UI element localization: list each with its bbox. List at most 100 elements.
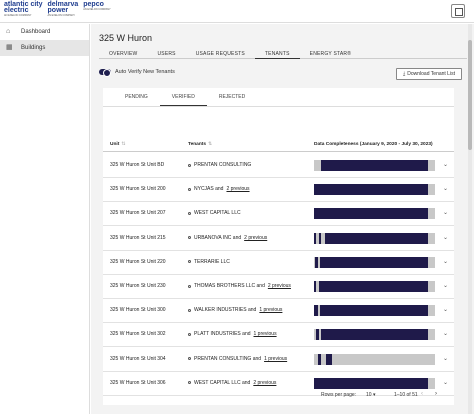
table-header: Unit ⇅ Tenants ⇅ Data Completeness (Januar… [103, 118, 454, 152]
tenant-cell: PRENTAN CONSULTING [188, 162, 251, 168]
missing-data-segment [314, 160, 322, 171]
logo-pepco[interactable]: pepco AN EXELON COMPANY [83, 1, 110, 11]
subtab-divider [103, 106, 454, 107]
subtab-pending[interactable]: PENDING [113, 94, 160, 106]
tab-energy-star[interactable]: ENERGY STAR® [300, 48, 361, 59]
next-page-icon[interactable]: › [435, 391, 437, 397]
data-completeness-bar [314, 329, 435, 341]
tab-overview[interactable]: OVERVIEW [99, 48, 147, 59]
tenant-cell: URBANOVA INC and 2 previous [188, 235, 267, 241]
unit-cell: 325 W Huron St Unit 302 [110, 331, 166, 338]
missing-data-segment [427, 281, 435, 292]
missing-data-segment [314, 353, 318, 365]
auto-verify-row: Auto Verify New Tenants [99, 69, 175, 77]
tenant-status-icon [188, 211, 191, 215]
unit-cell: 325 W Huron St Unit 220 [110, 258, 166, 265]
previous-tenants-link[interactable]: 1 previous [264, 356, 287, 362]
pagination-range: 1–10 of 51 [394, 392, 418, 398]
table-row[interactable]: 325 W Huron St Unit 215 URBANOVA INC and 2… [103, 226, 454, 251]
tab-users[interactable]: USERS [147, 48, 185, 59]
tenant-name: WALKER INDUSTRIES and [194, 307, 257, 314]
missing-data-segment [314, 256, 316, 268]
missing-data-segment [314, 329, 317, 341]
subtab-verified[interactable]: VERIFIED [159, 94, 207, 106]
tenant-status-icon [188, 357, 191, 361]
data-completeness-bar [314, 232, 435, 244]
data-completeness-bar [314, 184, 435, 196]
missing-data-segment [427, 208, 435, 220]
tab-tenants[interactable]: TENANTS [254, 48, 300, 59]
sort-icon: ⇅ [121, 142, 126, 147]
unit-cell: 325 W Huron St Unit BD [110, 162, 165, 168]
chevron-down-icon[interactable]: ⌄ [443, 282, 448, 289]
chevron-down-icon[interactable]: ⌄ [443, 306, 448, 313]
tenant-name: PRENTAN CONSULTING and [194, 355, 262, 362]
data-completeness-bar [314, 256, 435, 268]
logo-delmarva-power[interactable]: delmarva power AN EXELON COMPANY [48, 1, 79, 17]
tenant-cell: WEST CAPITAL LLC and 2 previous [188, 380, 276, 386]
sidebar-item-label: Buildings [21, 45, 46, 51]
tenant-status-icon [188, 260, 191, 264]
sidebar-item-dashboard[interactable]: ⌂ Dashboard [0, 24, 89, 40]
tenant-name: WEST CAPITAL LLC and [194, 379, 251, 386]
missing-data-segment [427, 232, 435, 244]
previous-tenants-link[interactable]: 1 previous [259, 307, 282, 313]
data-completeness-bar [314, 281, 435, 292]
scrollbar-thumb[interactable] [468, 40, 472, 150]
table-row[interactable]: 325 W Huron St Unit 302 PLATT INDUSTRIES … [103, 322, 454, 348]
top-header: atlantic city electric AN EXELON COMPANY… [0, 0, 474, 23]
logo-atlantic-city-electric[interactable]: atlantic city electric AN EXELON COMPANY [4, 1, 43, 17]
pagination: Rows per page: 10 ▾ 1–10 of 51 ‹ › [103, 386, 454, 404]
chevron-down-icon[interactable]: ⌄ [443, 161, 448, 168]
tenant-cell: PLATT INDUSTRIES and 1 previous [188, 331, 277, 337]
chevron-down-icon[interactable]: ⌄ [443, 330, 448, 337]
chevron-down-icon[interactable]: ⌄ [443, 185, 448, 192]
missing-data-segment [316, 232, 319, 244]
column-header-unit[interactable]: Unit ⇅ [110, 142, 125, 147]
previous-page-icon[interactable]: ‹ [421, 391, 423, 397]
tenant-status-icon [188, 332, 191, 336]
data-completeness-bar [314, 160, 435, 171]
sidebar-item-buildings[interactable]: ▦ Buildings [0, 40, 89, 56]
download-tenant-list-button[interactable]: ⤓ Download Tenant List [396, 68, 462, 80]
data-completeness-bar [314, 305, 435, 317]
status-subtabs: PENDING VERIFIED REJECTED [113, 94, 257, 106]
table-row[interactable]: 325 W Huron St Unit 220 TERRARIE LLC ⌄ [103, 250, 454, 275]
previous-tenants-link[interactable]: 2 previous [253, 380, 276, 386]
unit-cell: 325 W Huron St Unit 306 [110, 379, 166, 386]
column-header-tenants[interactable]: Tenants ⇅ [188, 142, 212, 147]
chevron-down-icon[interactable]: ⌄ [443, 209, 448, 216]
tenant-cell: PRENTAN CONSULTING and 1 previous [188, 356, 287, 362]
tab-usage-requests[interactable]: USAGE REQUESTS [186, 48, 255, 59]
tenants-card: PENDING VERIFIED REJECTED Unit ⇅ Tenants ⇅… [103, 88, 454, 405]
data-completeness-bar [314, 353, 435, 365]
tenant-name: WEST CAPITAL LLC [194, 210, 241, 217]
tenant-status-icon [188, 308, 191, 312]
auto-verify-label: Auto Verify New Tenants [115, 69, 175, 75]
rows-per-page-select[interactable]: 10 ▾ [366, 392, 375, 398]
table-row[interactable]: 325 W Huron St Unit 300 WALKER INDUSTRIES… [103, 298, 454, 324]
chevron-down-icon[interactable]: ⌄ [443, 258, 448, 265]
table-row[interactable]: 325 W Huron St Unit 200 NYCJAS and 2 previ… [103, 177, 454, 203]
chevron-down-icon[interactable]: ⌄ [443, 379, 448, 386]
table-row[interactable]: 325 W Huron St Unit 207 WEST CAPITAL LLC ⌄ [103, 201, 454, 227]
table-row[interactable]: 325 W Huron St Unit 230 THOMAS BROTHERS L… [103, 274, 454, 299]
download-icon: ⤓ [403, 71, 406, 77]
tenant-status-icon [188, 381, 191, 385]
unit-cell: 325 W Huron St Unit 200 [110, 186, 166, 193]
table-row[interactable]: 325 W Huron St Unit 304 PRENTAN CONSULTIN… [103, 347, 454, 372]
auto-verify-toggle[interactable] [99, 69, 111, 77]
previous-tenants-link[interactable]: 1 previous [254, 331, 277, 337]
subtab-rejected[interactable]: REJECTED [207, 94, 257, 106]
unit-cell: 325 W Huron St Unit 207 [110, 210, 166, 217]
previous-tenants-link[interactable]: 2 previous [226, 186, 249, 192]
previous-tenants-link[interactable]: 2 previous [244, 235, 267, 241]
tenant-name: TERRARIE LLC [194, 258, 230, 265]
chevron-down-icon[interactable]: ⌄ [443, 355, 448, 362]
chevron-down-icon[interactable]: ⌄ [443, 234, 448, 241]
table-row[interactable]: 325 W Huron St Unit BD PRENTAN CONSULTING… [103, 153, 454, 178]
account-menu-button[interactable] [451, 4, 465, 18]
tenant-cell: WEST CAPITAL LLC [188, 210, 241, 216]
tenant-status-icon [188, 284, 191, 288]
previous-tenants-link[interactable]: 2 previous [268, 283, 291, 289]
